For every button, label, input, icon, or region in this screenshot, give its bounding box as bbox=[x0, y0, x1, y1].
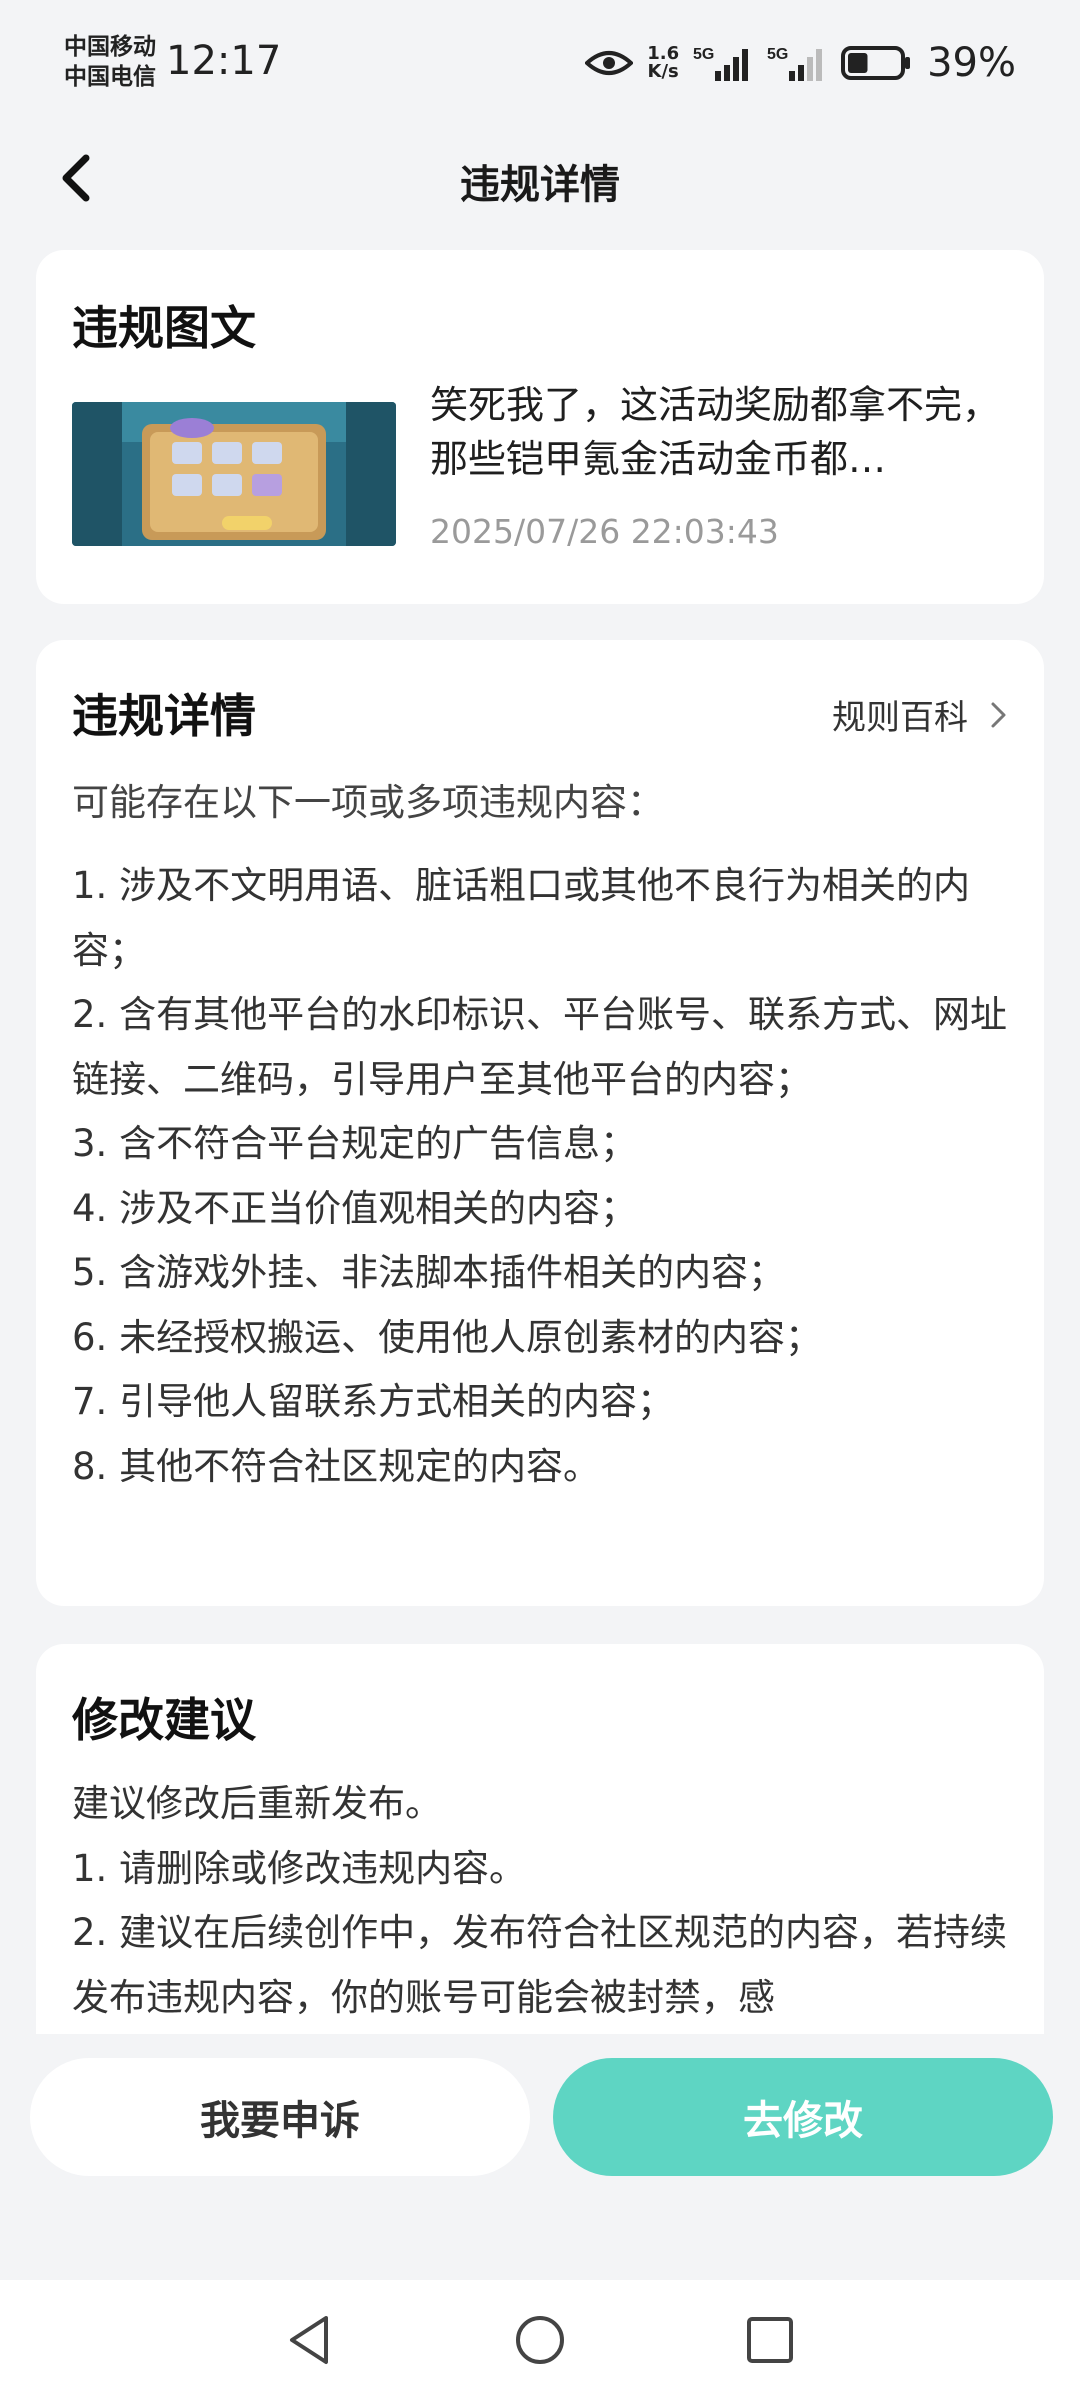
battery-icon bbox=[841, 46, 911, 80]
suggestions-card: 修改建议 建议修改后重新发布。 1. 请删除或修改违规内容。 2. 建议在后续创… bbox=[36, 1644, 1044, 2034]
suggestion-line: 1. 请删除或修改违规内容。 bbox=[72, 1846, 527, 1890]
violation-item: 5. 含游戏外挂、非法脚本插件相关的内容； bbox=[72, 1251, 786, 1294]
carrier-2: 中国电信 bbox=[64, 64, 156, 90]
violation-details-title: 违规详情 bbox=[72, 689, 256, 743]
signal-icon-2: 5G bbox=[767, 46, 823, 81]
violation-post-card[interactable]: 违规图文 笑死我了，这活动奖励都拿不完，那些铠甲氪金活动金币都… 2025/07… bbox=[36, 250, 1044, 604]
violation-intro: 可能存在以下一项或多项违规内容： bbox=[72, 781, 664, 824]
carrier-labels: 中国移动 中国电信 bbox=[64, 32, 164, 92]
violation-item: 7. 引导他人留联系方式相关的内容； bbox=[72, 1380, 675, 1423]
battery-fill bbox=[848, 53, 868, 73]
suggestion-line: 建议修改后重新发布。 bbox=[72, 1782, 442, 1825]
page-header: 违规详情 bbox=[0, 130, 1080, 230]
post-excerpt: 笑死我了，这活动奖励都拿不完，那些铠甲氪金活动金币都… bbox=[430, 383, 1001, 481]
suggestion-line: 2. 建议在后续创作中，发布符合社区规范的内容，若持续发布违规内容，你的账号可能… bbox=[72, 1911, 1008, 2019]
violation-item: 3. 含不符合平台规定的广告信息； bbox=[72, 1122, 638, 1165]
battery-percent: 39% bbox=[927, 40, 1016, 86]
suggestions-body: 建议修改后重新发布。 1. 请删除或修改违规内容。 2. 建议在后续创作中，发布… bbox=[72, 1772, 1022, 2030]
modify-button[interactable]: 去修改 bbox=[553, 2058, 1053, 2176]
system-nav-bar bbox=[0, 2280, 1080, 2398]
signal-2-label: 5G bbox=[767, 46, 788, 63]
appeal-button[interactable]: 我要申诉 bbox=[30, 2058, 530, 2176]
net-speed: 1.6 K/s bbox=[647, 45, 679, 81]
post-thumbnail-image[interactable] bbox=[72, 402, 396, 546]
clock: 12:17 bbox=[166, 38, 282, 84]
suggestions-title: 修改建议 bbox=[72, 1693, 256, 1747]
violation-item: 2. 含有其他平台的水印标识、平台账号、联系方式、网址链接、二维码，引导用户至其… bbox=[72, 993, 1008, 1101]
page-title: 违规详情 bbox=[460, 162, 620, 208]
violation-item: 8. 其他不符合社区规定的内容。 bbox=[72, 1444, 601, 1488]
net-speed-unit: K/s bbox=[647, 61, 679, 82]
post-timestamp: 2025/07/26 22:03:43 bbox=[430, 512, 779, 551]
signal-1-label: 5G bbox=[693, 46, 714, 63]
nav-home-icon[interactable] bbox=[512, 2312, 568, 2368]
status-icons: 1.6 K/s 5G 5G 39% bbox=[585, 40, 1016, 86]
carrier-1: 中国移动 bbox=[64, 34, 156, 60]
violation-post-title: 违规图文 bbox=[72, 301, 256, 355]
rules-wiki-link[interactable]: 规则百科 bbox=[832, 690, 1008, 739]
eye-icon bbox=[585, 51, 634, 75]
nav-back-icon[interactable] bbox=[282, 2312, 338, 2368]
chevron-right-icon bbox=[991, 702, 1006, 727]
status-bar: 中国移动 中国电信 12:17 1.6 K/s 5G 5G 39% bbox=[0, 0, 1080, 130]
nav-recent-icon[interactable] bbox=[742, 2312, 798, 2368]
violation-item: 4. 涉及不正当价值观相关的内容； bbox=[72, 1186, 638, 1230]
violation-item: 1. 涉及不文明用语、脏话粗口或其他不良行为相关的内容； bbox=[72, 864, 971, 972]
signal-icon: 5G bbox=[693, 46, 749, 81]
violation-details-card: 违规详情 规则百科 可能存在以下一项或多项违规内容： 1. 涉及不文明用语、脏话… bbox=[36, 640, 1044, 1606]
violation-list: 1. 涉及不文明用语、脏话粗口或其他不良行为相关的内容； 2. 含有其他平台的水… bbox=[72, 854, 1012, 1499]
violation-item: 6. 未经授权搬运、使用他人原创素材的内容； bbox=[72, 1315, 823, 1359]
rules-wiki-label: 规则百科 bbox=[832, 698, 968, 738]
